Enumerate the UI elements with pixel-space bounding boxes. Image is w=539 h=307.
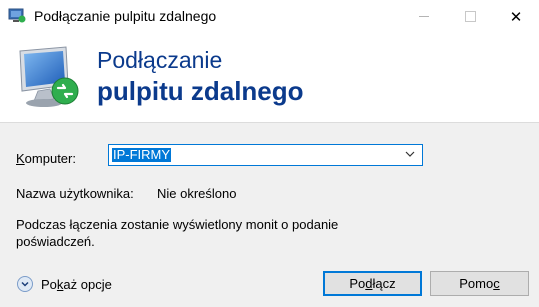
expand-circle-icon[interactable] — [17, 276, 33, 292]
maximize-button[interactable] — [447, 0, 493, 33]
computer-label: Komputer: — [16, 151, 76, 166]
help-label-pre: Pomo — [459, 276, 494, 291]
maximize-icon — [464, 11, 476, 22]
minimize-button[interactable] — [401, 0, 447, 33]
computer-input[interactable]: IP-FIRMY — [112, 148, 172, 162]
help-button[interactable]: Pomo c — [430, 271, 529, 296]
credentials-info-text: Podczas łączenia zostanie wyświetlony mo… — [16, 217, 339, 249]
header-banner: Podłączanie pulpitu zdalnego — [0, 33, 539, 122]
minimize-icon — [419, 16, 429, 17]
show-options-label-pre: Po — [41, 276, 57, 292]
connect-button[interactable]: Po d łącz — [323, 271, 422, 296]
title-bar[interactable]: Podłączanie pulpitu zdalnego ✕ — [0, 0, 539, 33]
header-divider — [0, 122, 539, 123]
window-title: Podłączanie pulpitu zdalnego — [34, 8, 217, 24]
computer-label-accesskey: K — [16, 151, 25, 166]
connect-label-pre: Po — [349, 276, 366, 291]
computer-label-rest: omputer: — [24, 151, 76, 166]
connect-accesskey: d — [365, 276, 373, 291]
close-button[interactable]: ✕ — [493, 0, 539, 33]
username-value: Nie określono — [157, 186, 237, 201]
show-options-label-post: aż opcje — [63, 276, 112, 292]
close-icon: ✕ — [509, 8, 523, 26]
show-options-toggle[interactable]: Pokaż opcje — [17, 275, 112, 293]
header-title-line2: pulpitu zdalnego — [97, 76, 304, 106]
username-label: Nazwa użytkownika: — [16, 186, 134, 201]
show-options-label[interactable]: Pokaż opcje — [41, 277, 112, 292]
help-accesskey: c — [493, 276, 500, 291]
computer-combobox[interactable]: IP-FIRMY — [108, 144, 423, 166]
chevron-down-icon[interactable] — [404, 148, 416, 160]
monitor-icon — [19, 46, 79, 107]
remote-desktop-icon — [8, 8, 26, 23]
header-title-line1: Podłączanie — [97, 47, 223, 73]
chevron-down-icon — [21, 281, 29, 287]
connect-label-post: łącz — [372, 276, 396, 291]
